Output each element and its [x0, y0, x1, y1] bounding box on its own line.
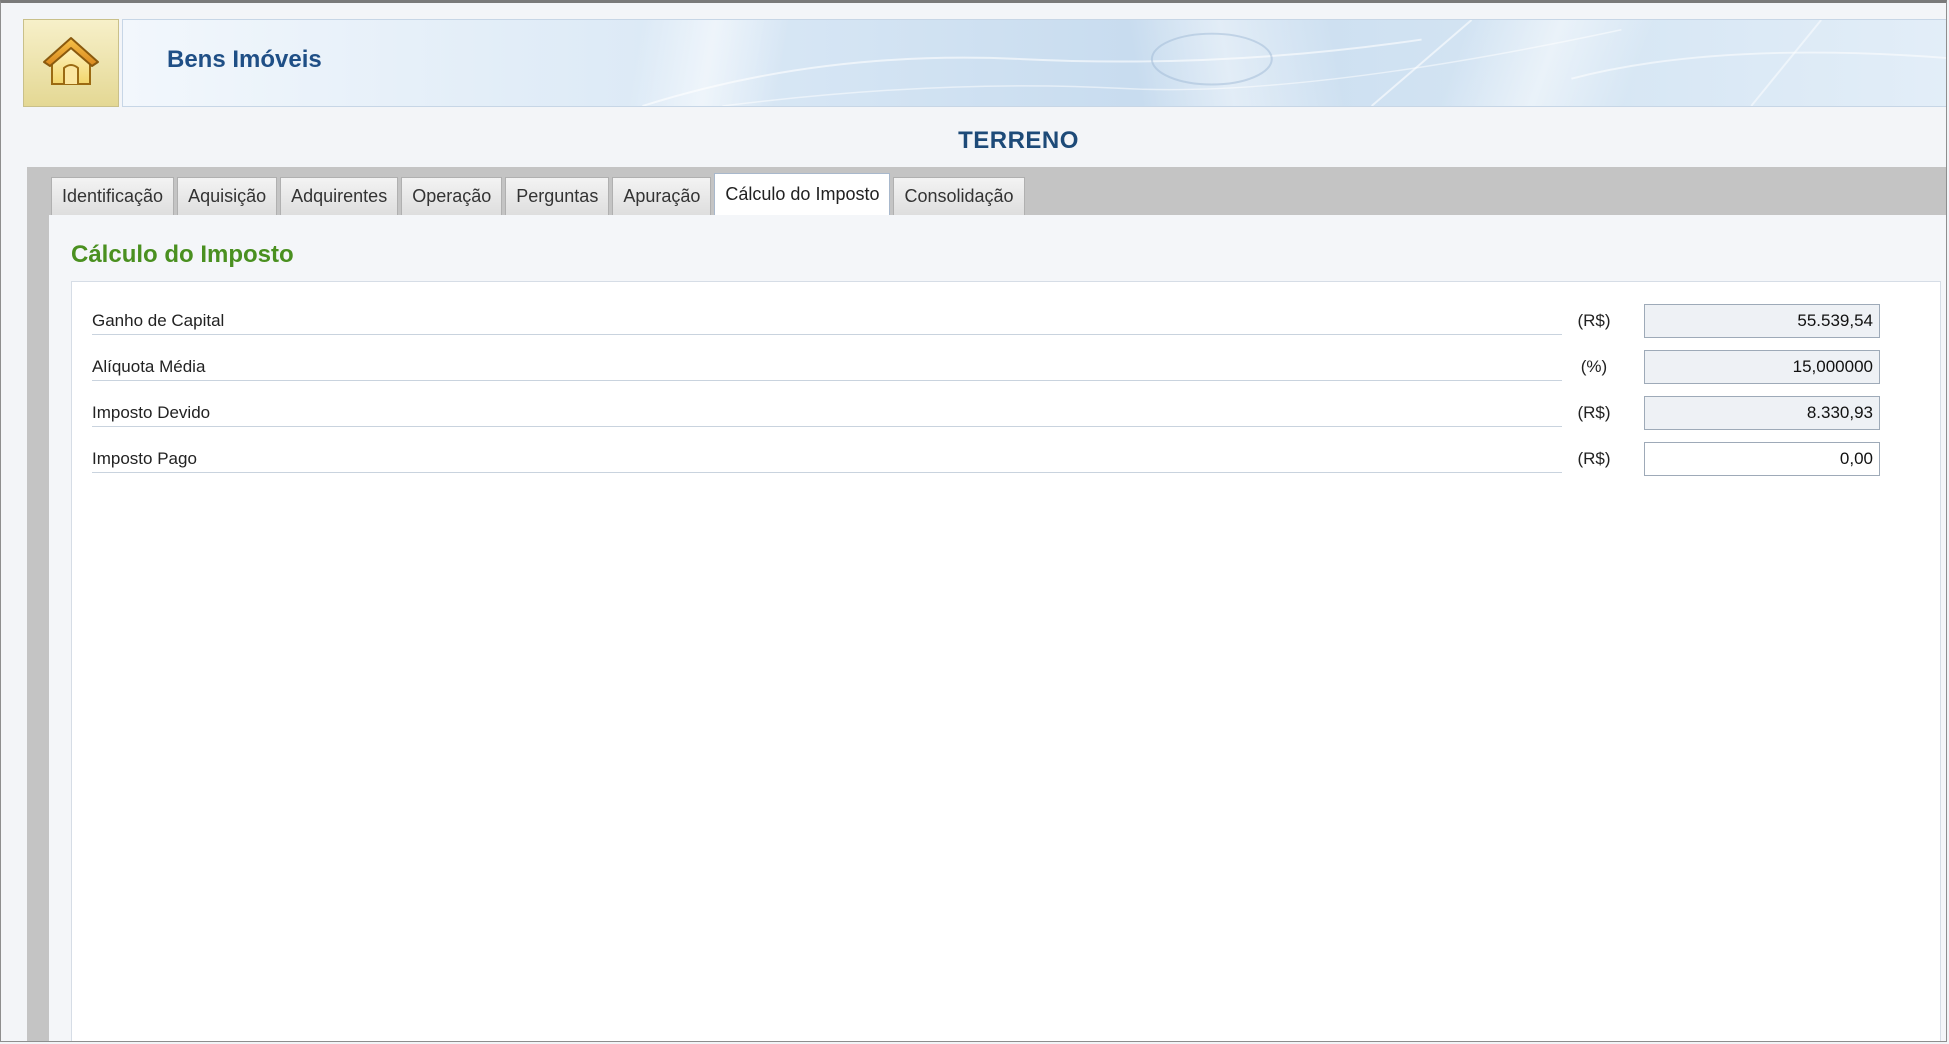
field-row-imposto-pago: Imposto Pago (R$) — [92, 442, 1880, 476]
header: Bens Imóveis — [23, 19, 1946, 107]
field-unit: (R$) — [1577, 403, 1611, 422]
tab-content: Cálculo do Imposto Ganho de Capital (R$)… — [49, 215, 1946, 1041]
tab-adquirentes[interactable]: Adquirentes — [280, 177, 399, 215]
field-row-aliquota-media: Alíquota Média (%) — [92, 350, 1880, 384]
field-row-imposto-devido: Imposto Devido (R$) — [92, 396, 1880, 430]
tab-aquisicao[interactable]: Aquisição — [177, 177, 278, 215]
imposto-pago-field[interactable] — [1644, 442, 1880, 476]
tab-bar: Identificação Aquisição Adquirentes Oper… — [51, 173, 1025, 215]
field-unit: (R$) — [1577, 449, 1611, 468]
tab-apuracao[interactable]: Apuração — [612, 177, 712, 215]
tax-form: Ganho de Capital (R$) Alíquota Média (%)… — [71, 281, 1941, 1041]
field-label: Imposto Pago — [92, 446, 1562, 473]
tab-consolidacao[interactable]: Consolidação — [893, 177, 1025, 215]
tab-operacao[interactable]: Operação — [401, 177, 503, 215]
field-label: Alíquota Média — [92, 354, 1562, 381]
app-window: Bens Imóveis TERRENO Identificação Aquis… — [0, 0, 1947, 1042]
aliquota-media-field[interactable] — [1644, 350, 1880, 384]
app-title: Bens Imóveis — [167, 46, 322, 73]
field-row-ganho-de-capital: Ganho de Capital (R$) — [92, 304, 1880, 338]
ganho-de-capital-field[interactable] — [1644, 304, 1880, 338]
left-margin — [1, 167, 27, 1041]
home-icon — [40, 30, 102, 97]
field-unit: (%) — [1580, 357, 1608, 376]
field-unit: (R$) — [1577, 311, 1611, 330]
record-title: TERRENO — [958, 127, 1079, 154]
banner-decoration — [642, 20, 1946, 106]
imposto-devido-field[interactable] — [1644, 396, 1880, 430]
home-button[interactable] — [23, 19, 119, 107]
tab-calculo-do-imposto[interactable]: Cálculo do Imposto — [714, 173, 891, 215]
field-label: Ganho de Capital — [92, 308, 1562, 335]
header-banner: Bens Imóveis — [122, 19, 1946, 107]
tab-perguntas[interactable]: Perguntas — [505, 177, 610, 215]
section-title: Cálculo do Imposto — [71, 241, 294, 268]
field-label: Imposto Devido — [92, 400, 1562, 427]
tab-identificacao[interactable]: Identificação — [51, 177, 175, 215]
